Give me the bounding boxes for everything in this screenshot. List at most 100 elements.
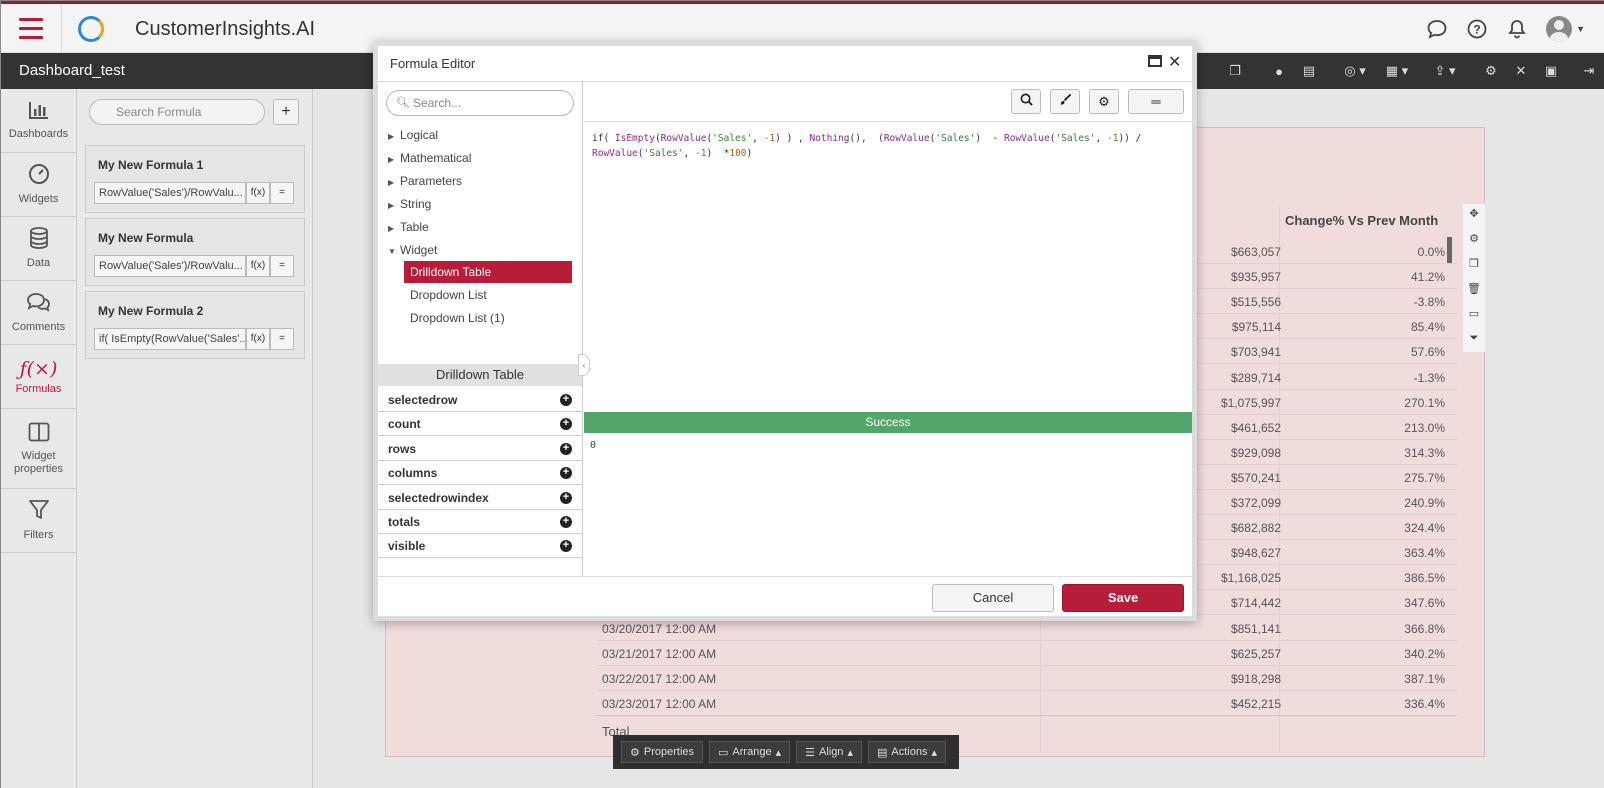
gear-icon[interactable]: ⚙ — [1463, 232, 1485, 249]
tree-item-mathematical[interactable]: ▶ Mathematical — [388, 151, 471, 165]
formula-search-input[interactable]: Search Formula — [89, 99, 265, 125]
property-item[interactable]: visible + — [378, 534, 582, 559]
move-icon[interactable]: ✥ — [1463, 207, 1485, 224]
add-icon[interactable]: + — [560, 516, 572, 528]
tree-label: Logical — [400, 128, 439, 142]
tree-item-dropdown-list-1[interactable]: Dropdown List (1) — [404, 307, 572, 329]
presentation-icon[interactable]: ▭ — [1463, 307, 1485, 324]
table-cell-sales: $975,114 — [1231, 320, 1281, 335]
exit-icon[interactable]: ⇥ — [1577, 59, 1601, 83]
formula-expression[interactable]: RowValue('Sales')/RowValu... — [94, 255, 246, 277]
help-icon[interactable]: ? — [1466, 18, 1488, 40]
align-button[interactable]: ☰ Align ▴ — [796, 741, 862, 763]
rail-item-data[interactable]: Data — [1, 217, 76, 281]
add-icon[interactable]: + — [560, 418, 572, 431]
close-icon[interactable]: ✕ — [1509, 59, 1533, 83]
properties-label: Properties — [643, 746, 695, 758]
table-cell-change: 386.5% — [1404, 571, 1445, 586]
tree-label: Table — [400, 220, 429, 234]
table-row[interactable]: 03/22/2017 12:00 AM $918,298 387.1% — [597, 666, 1457, 691]
formula-code-editor[interactable]: if( IsEmpty(RowValue('Sales', -1) ) , No… — [592, 131, 1182, 161]
function-button[interactable]: f(x) — [246, 255, 270, 277]
chat-icon[interactable] — [1426, 18, 1448, 40]
format-button[interactable] — [1050, 89, 1080, 114]
rail-item-widget-properties[interactable]: Widget properties — [1, 409, 76, 489]
properties-button[interactable]: ⚙ Properties — [621, 741, 704, 763]
property-item[interactable]: selectedrow + — [378, 388, 582, 412]
export-icon[interactable]: ⇪ ▾ — [1427, 59, 1463, 83]
tree-item-string[interactable]: ▶ String — [388, 197, 431, 211]
tree-item-widget[interactable]: ▼ Widget — [388, 243, 437, 257]
chevron-right-icon: ▶ — [388, 155, 395, 164]
arrange-icon: ▭ — [718, 746, 729, 759]
tree-item-logical[interactable]: ▶ Logical — [388, 128, 438, 142]
actions-button[interactable]: ▤ Actions ▴ — [867, 741, 946, 763]
function-search-input[interactable]: Search... — [386, 90, 574, 116]
tree-item-table[interactable]: ▶ Table — [388, 220, 429, 234]
close-icon[interactable]: ✕ — [1168, 52, 1181, 72]
property-item[interactable]: selectedrowindex + — [378, 486, 582, 510]
formula-card[interactable]: My New Formula 1 RowValue('Sales')/RowVa… — [85, 145, 305, 213]
copy-icon[interactable]: ❐ — [1463, 257, 1485, 274]
table-cell-sales: $682,882 — [1230, 521, 1281, 536]
save-button[interactable]: Save — [1062, 584, 1184, 612]
properties-section-header: Drilldown Table — [378, 364, 582, 386]
rail-item-comments[interactable]: Comments — [1, 281, 76, 345]
property-item[interactable]: totals + — [378, 510, 582, 534]
evaluate-button[interactable]: = — [270, 255, 294, 277]
bell-icon[interactable] — [1506, 18, 1528, 40]
grid-icon[interactable]: ▦ ▾ — [1379, 59, 1415, 83]
table-cell-date: 03/21/2017 12:00 AM — [602, 646, 717, 661]
function-button[interactable]: f(x) — [246, 328, 270, 350]
formula-card[interactable]: My New Formula RowValue('Sales')/RowValu… — [85, 218, 305, 286]
tree-item-drilldown-table[interactable]: Drilldown Table — [404, 261, 572, 283]
evaluate-button[interactable]: = — [270, 182, 294, 204]
tree-item-dropdown-list[interactable]: Dropdown List — [404, 284, 572, 306]
formula-expression[interactable]: if( IsEmpty(RowValue('Sales'... — [94, 328, 246, 350]
avatar[interactable] — [1546, 16, 1573, 42]
add-formula-button[interactable]: + — [273, 99, 299, 125]
rail-item-filters[interactable]: Filters — [1, 489, 76, 553]
add-icon[interactable]: + — [560, 467, 572, 480]
table-row[interactable]: 03/23/2017 12:00 AM $452,215 336.4% — [597, 691, 1457, 716]
filter-icon — [28, 499, 50, 526]
gear-icon[interactable]: ⚙ — [1479, 59, 1503, 83]
table-cell-sales: $372,099 — [1230, 496, 1281, 510]
add-icon[interactable]: + — [560, 442, 572, 455]
visibility-icon[interactable]: ◎ ▾ — [1337, 59, 1373, 83]
table-row[interactable]: 03/21/2017 12:00 AM $625,257 340.2% — [597, 641, 1457, 666]
formula-card[interactable]: My New Formula 2 if( IsEmpty(RowValue('S… — [85, 291, 305, 359]
rail-item-formulas[interactable]: ƒ(×) Formulas — [1, 345, 76, 409]
code-token: 'Sales' — [935, 133, 976, 144]
tree-item-parameters[interactable]: ▶ Parameters — [388, 174, 462, 188]
copy-icon[interactable]: ❐ — [1223, 59, 1247, 83]
maximize-icon[interactable] — [1148, 55, 1162, 67]
add-icon[interactable]: + — [560, 491, 572, 504]
user-menu[interactable]: ▼ — [1546, 16, 1585, 42]
trash-icon[interactable]: 🗑︎ — [1463, 282, 1485, 299]
search-button[interactable] — [1011, 89, 1041, 114]
cancel-button[interactable]: Cancel — [932, 584, 1054, 612]
arrange-button[interactable]: ▭ Arrange ▴ — [709, 741, 791, 763]
evaluate-button[interactable]: = — [270, 328, 294, 350]
function-button[interactable]: f(x) — [246, 182, 270, 204]
property-item[interactable]: rows + — [378, 437, 582, 461]
rail-item-widgets[interactable]: Widgets — [1, 153, 76, 217]
droplet-icon[interactable]: ● — [1267, 59, 1291, 83]
column-header-change[interactable]: Change% Vs Prev Month — [1285, 213, 1438, 241]
add-icon[interactable]: + — [560, 394, 572, 406]
settings-button[interactable]: ⚙ — [1089, 89, 1119, 114]
menu-icon[interactable] — [19, 18, 43, 39]
formula-expression[interactable]: RowValue('Sales')/RowValu... — [94, 182, 246, 204]
filter-icon[interactable]: ⏷ — [1463, 332, 1485, 349]
document-icon[interactable]: ▤ — [1297, 59, 1321, 83]
scrollbar[interactable] — [1447, 237, 1452, 263]
add-icon[interactable]: + — [560, 540, 572, 553]
evaluate-button[interactable]: ═ — [1128, 89, 1184, 114]
save-icon[interactable]: ▣ — [1539, 59, 1563, 83]
property-item[interactable]: columns + — [378, 461, 582, 486]
table-cell-sales: $1,075,997 — [1220, 395, 1281, 410]
property-item[interactable]: count + — [378, 412, 582, 437]
actions-icon: ▤ — [876, 746, 888, 759]
rail-item-dashboards[interactable]: Dashboards — [1, 89, 76, 153]
